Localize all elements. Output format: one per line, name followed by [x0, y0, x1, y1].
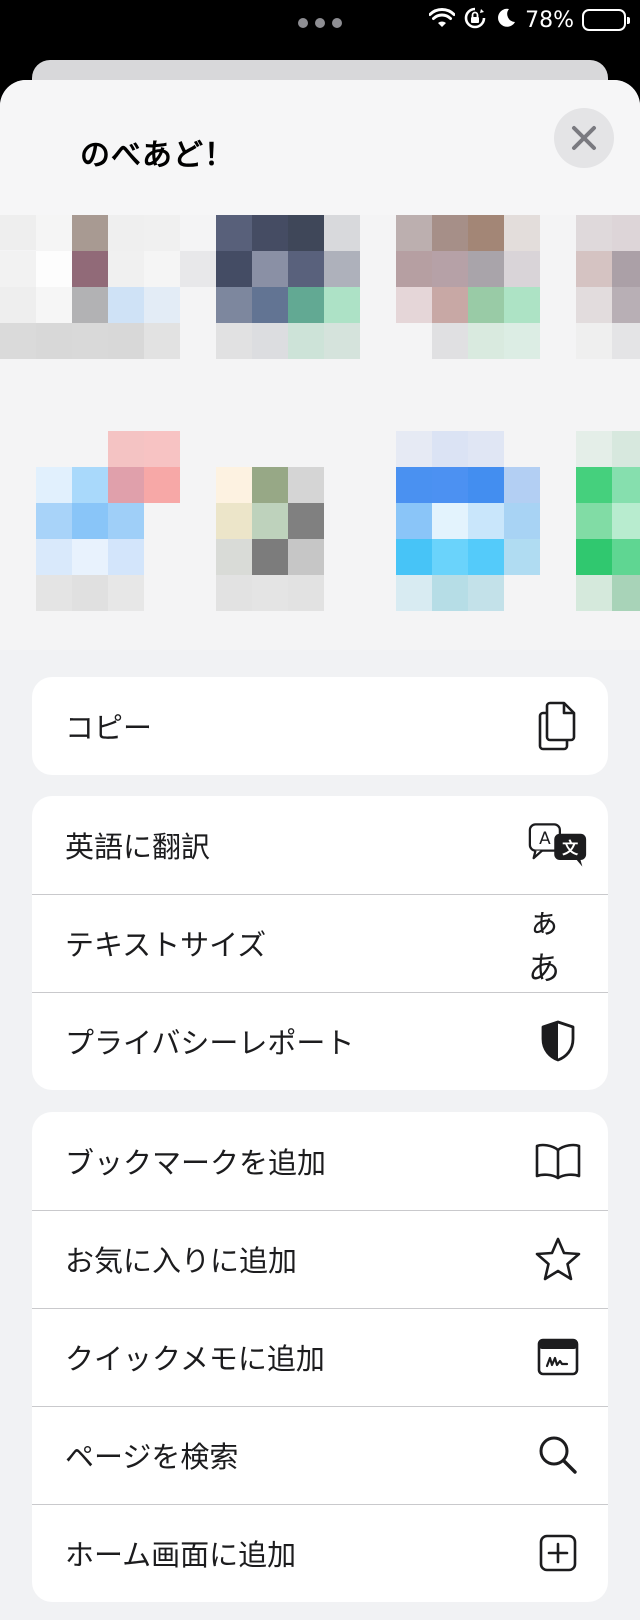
sheet-header: のべあど！ [0, 80, 640, 215]
quick-note-row[interactable]: クイックメモに追加 [32, 1308, 608, 1406]
copy-icon [528, 696, 588, 756]
translate-row[interactable]: 英語に翻訳 A文 [32, 796, 608, 894]
add-favorite-row[interactable]: お気に入りに追加 [32, 1210, 608, 1308]
multitask-dots[interactable] [298, 18, 342, 28]
text-size-icon: ぁあ [528, 903, 588, 987]
text-size-row[interactable]: テキストサイズ ぁあ [32, 894, 608, 992]
add-bookmark-label: ブックマークを追加 [65, 1146, 327, 1180]
menu-group-page-tools: 英語に翻訳 A文 テキストサイズ ぁあ プライバシーレポート [32, 796, 608, 1090]
add-favorite-label: お気に入りに追加 [65, 1244, 298, 1278]
add-square-icon [528, 1523, 588, 1583]
copy-label: コピー [65, 711, 153, 745]
find-on-page-label: ページを検索 [65, 1440, 239, 1474]
copy-row[interactable]: コピー [32, 677, 608, 775]
translate-icon: A文 [528, 815, 588, 875]
privacy-shield-icon [528, 1011, 588, 1071]
share-sheet: のべあど！ コピー 英語に翻訳 A 文 テキストサイズ ぁあ プライバシーレポー… [0, 80, 640, 1620]
quick-note-label: クイックメモに追加 [65, 1342, 325, 1376]
moon-icon [495, 7, 517, 33]
text-size-label: テキストサイズ [65, 928, 267, 962]
rotation-lock-icon [463, 6, 487, 34]
wifi-icon [428, 8, 456, 32]
text-size-glyph: ぁあ [528, 903, 561, 987]
quick-note-icon [528, 1327, 588, 1387]
blurred-preview [0, 215, 640, 650]
star-icon [528, 1229, 588, 1289]
status-indicators: 78% [428, 4, 630, 36]
battery-percentage: 78% [525, 7, 574, 33]
book-icon [528, 1131, 588, 1191]
sheet-title: のべあど！ [80, 138, 235, 173]
find-on-page-row[interactable]: ページを検索 [32, 1406, 608, 1504]
translate-label: 英語に翻訳 [65, 830, 211, 864]
search-icon [528, 1425, 588, 1485]
status-bar: 78% [0, 0, 640, 44]
svg-text:文: 文 [562, 838, 578, 857]
menu-group-copy: コピー [32, 677, 608, 775]
battery-icon [582, 9, 630, 31]
add-to-home-label: ホーム画面に追加 [65, 1538, 297, 1572]
add-bookmark-row[interactable]: ブックマークを追加 [32, 1112, 608, 1210]
privacy-report-label: プライバシーレポート [65, 1026, 355, 1060]
close-icon [572, 126, 596, 150]
svg-text:A: A [539, 828, 551, 848]
add-to-home-row[interactable]: ホーム画面に追加 [32, 1504, 608, 1602]
privacy-report-row[interactable]: プライバシーレポート [32, 992, 608, 1090]
close-button[interactable] [554, 108, 614, 168]
menu-group-actions: ブックマークを追加 お気に入りに追加 クイックメモに追加 ページを検索 ホーム画… [32, 1112, 608, 1602]
